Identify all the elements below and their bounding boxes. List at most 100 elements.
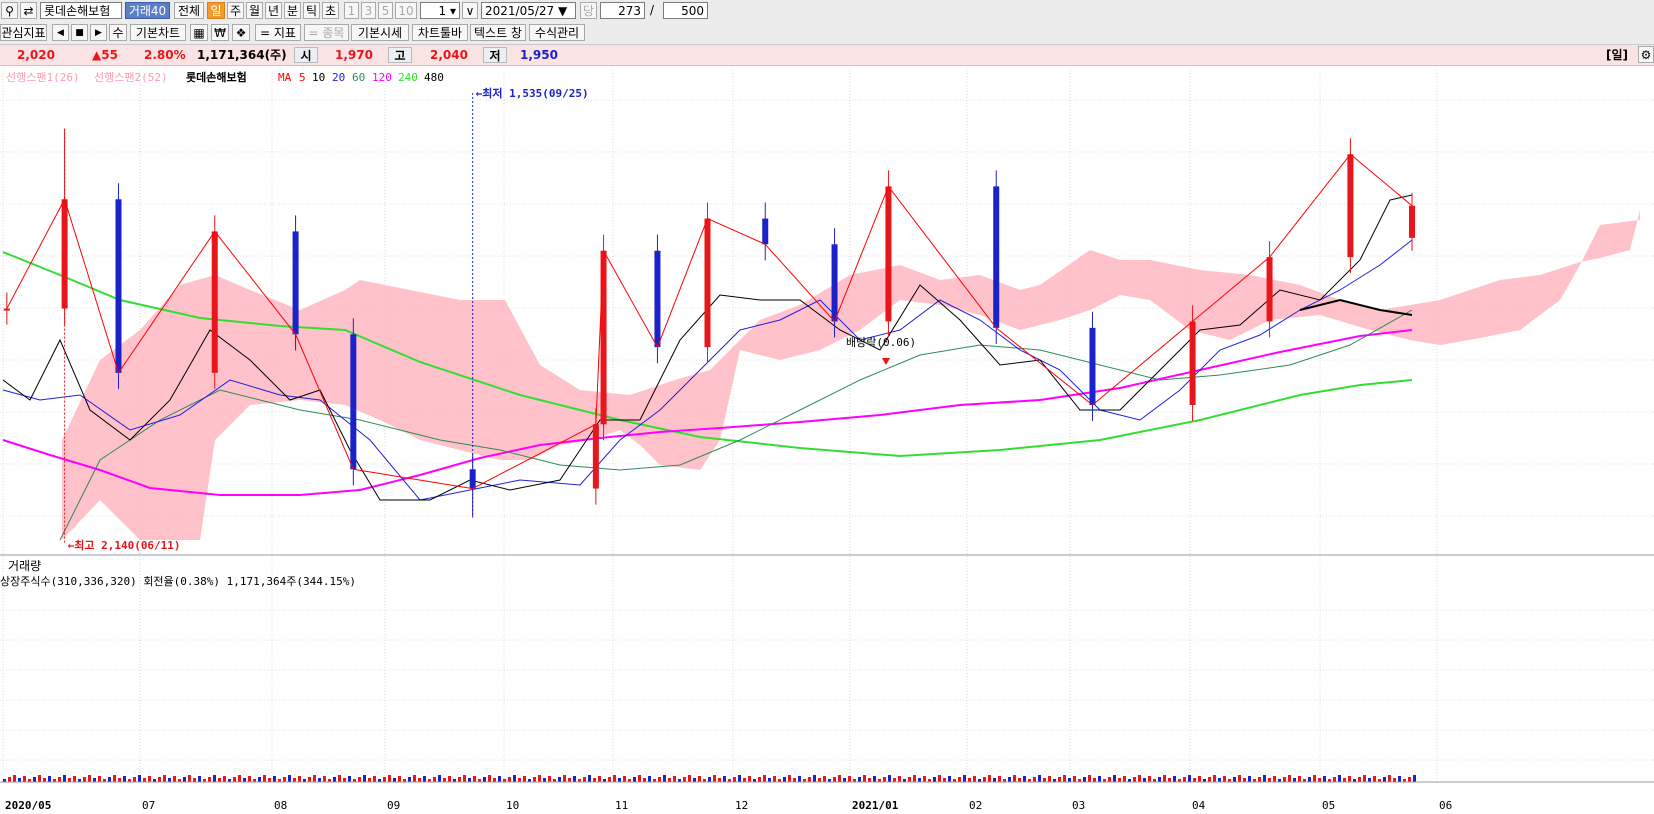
volume-bar-258 xyxy=(1293,778,1296,782)
volume-bar-92 xyxy=(463,775,466,782)
volume-bar-43 xyxy=(218,778,221,782)
volume-bar-177 xyxy=(888,775,891,782)
volume-bar-169 xyxy=(848,776,851,782)
volume-bar-206 xyxy=(1033,777,1036,782)
volume-panel-info: 상장주식수(310,336,320) 회전율(0.38%) 1,171,364주… xyxy=(0,575,356,588)
volume-bar-267 xyxy=(1338,775,1341,782)
volume-bar-247 xyxy=(1238,775,1241,782)
volume-bar-209 xyxy=(1048,776,1051,782)
volume-bar-12 xyxy=(63,775,66,782)
volume-bar-143 xyxy=(718,778,721,782)
volume-bar-49 xyxy=(248,776,251,782)
volume-panel-title: 거래량 xyxy=(8,559,41,573)
volume-bar-114 xyxy=(573,776,576,782)
volume-bar-2 xyxy=(13,775,16,782)
volume-bar-41 xyxy=(208,777,211,782)
volume-bar-256 xyxy=(1283,777,1286,782)
price-chart: 2020/05 07 08 09 10 11 12 2021/01 02 03 04 05 06 ←최저… xyxy=(0,70,1654,812)
volume-bar-94 xyxy=(473,776,476,782)
volume-bar-87 xyxy=(438,775,441,782)
volume-bar-91 xyxy=(458,777,461,782)
volume-bar-273 xyxy=(1368,778,1371,782)
volume-bar-264 xyxy=(1323,776,1326,782)
legend-ma120: 120 xyxy=(372,71,392,84)
volume-bar-93 xyxy=(468,778,471,782)
volume-bar-14 xyxy=(73,776,76,782)
legend-ma60: 60 xyxy=(352,71,365,84)
volume-bar-17 xyxy=(88,775,91,782)
volume-bar-281 xyxy=(1408,777,1411,782)
legend-span2: 선행스팬2(52) xyxy=(94,71,168,84)
volume-bar-192 xyxy=(963,775,966,782)
x-tick-label-6: 12 xyxy=(735,799,748,812)
ma5-seg-15 xyxy=(995,327,1093,406)
volume-bar-237 xyxy=(1188,775,1191,782)
volume-bar-253 xyxy=(1268,778,1271,782)
volume-bars xyxy=(3,775,1416,782)
volume-bar-121 xyxy=(608,777,611,782)
volume-bar-56 xyxy=(283,777,286,782)
volume-bar-156 xyxy=(783,777,786,782)
volume-bar-162 xyxy=(813,775,816,782)
candle-body-2 xyxy=(115,199,122,373)
volume-bar-141 xyxy=(708,777,711,782)
volume-bar-186 xyxy=(933,777,936,782)
volume-bar-136 xyxy=(683,777,686,782)
volume-bar-176 xyxy=(883,777,886,782)
volume-bar-227 xyxy=(1138,775,1141,782)
volume-bar-178 xyxy=(893,778,896,782)
x-tick-label-3: 09 xyxy=(387,799,400,812)
volume-bar-37 xyxy=(188,775,191,782)
volume-bar-4 xyxy=(23,776,26,782)
x-tick-label-7: 2021/01 xyxy=(852,799,899,812)
volume-bar-274 xyxy=(1373,776,1376,782)
volume-bar-31 xyxy=(158,777,161,782)
volume-bar-124 xyxy=(623,776,626,782)
volume-bar-108 xyxy=(543,778,546,782)
volume-bar-151 xyxy=(758,777,761,782)
volume-bar-172 xyxy=(863,775,866,782)
grid-lines xyxy=(0,70,1654,782)
volume-bar-204 xyxy=(1023,776,1026,782)
volume-bar-7 xyxy=(38,775,41,782)
volume-bar-21 xyxy=(108,777,111,782)
x-tick-label-2: 08 xyxy=(274,799,287,812)
volume-bar-112 xyxy=(563,775,566,782)
volume-bar-79 xyxy=(398,776,401,782)
volume-bar-152 xyxy=(763,775,766,782)
volume-bar-252 xyxy=(1263,775,1266,782)
volume-bar-211 xyxy=(1058,777,1061,782)
volume-bar-116 xyxy=(583,777,586,782)
volume-bar-29 xyxy=(148,776,151,782)
volume-bar-268 xyxy=(1343,778,1346,782)
volume-bar-32 xyxy=(163,775,166,782)
volume-bar-259 xyxy=(1298,776,1301,782)
volume-bar-196 xyxy=(983,777,986,782)
volume-bar-193 xyxy=(968,778,971,782)
volume-bar-148 xyxy=(743,778,746,782)
volume-bar-181 xyxy=(908,777,911,782)
volume-bar-222 xyxy=(1113,775,1116,782)
volume-bar-238 xyxy=(1193,778,1196,782)
volume-bar-67 xyxy=(338,775,341,782)
volume-bar-203 xyxy=(1018,778,1021,782)
volume-bar-251 xyxy=(1258,777,1261,782)
volume-bar-1 xyxy=(8,777,11,782)
volume-bar-39 xyxy=(198,776,201,782)
candle-body-11 xyxy=(762,218,769,245)
volume-bar-218 xyxy=(1093,778,1096,782)
volume-bar-229 xyxy=(1148,776,1151,782)
volume-bar-231 xyxy=(1158,777,1161,782)
volume-bar-6 xyxy=(33,777,36,782)
volume-bar-96 xyxy=(483,777,486,782)
volume-bar-167 xyxy=(838,775,841,782)
volume-bar-74 xyxy=(373,776,376,782)
volume-bar-137 xyxy=(688,775,691,782)
candle-body-15 xyxy=(1089,327,1096,405)
volume-bar-146 xyxy=(733,777,736,782)
volume-bar-219 xyxy=(1098,776,1101,782)
volume-bar-187 xyxy=(938,775,941,782)
volume-bar-53 xyxy=(268,778,271,782)
volume-bar-184 xyxy=(923,776,926,782)
volume-bar-47 xyxy=(238,775,241,782)
